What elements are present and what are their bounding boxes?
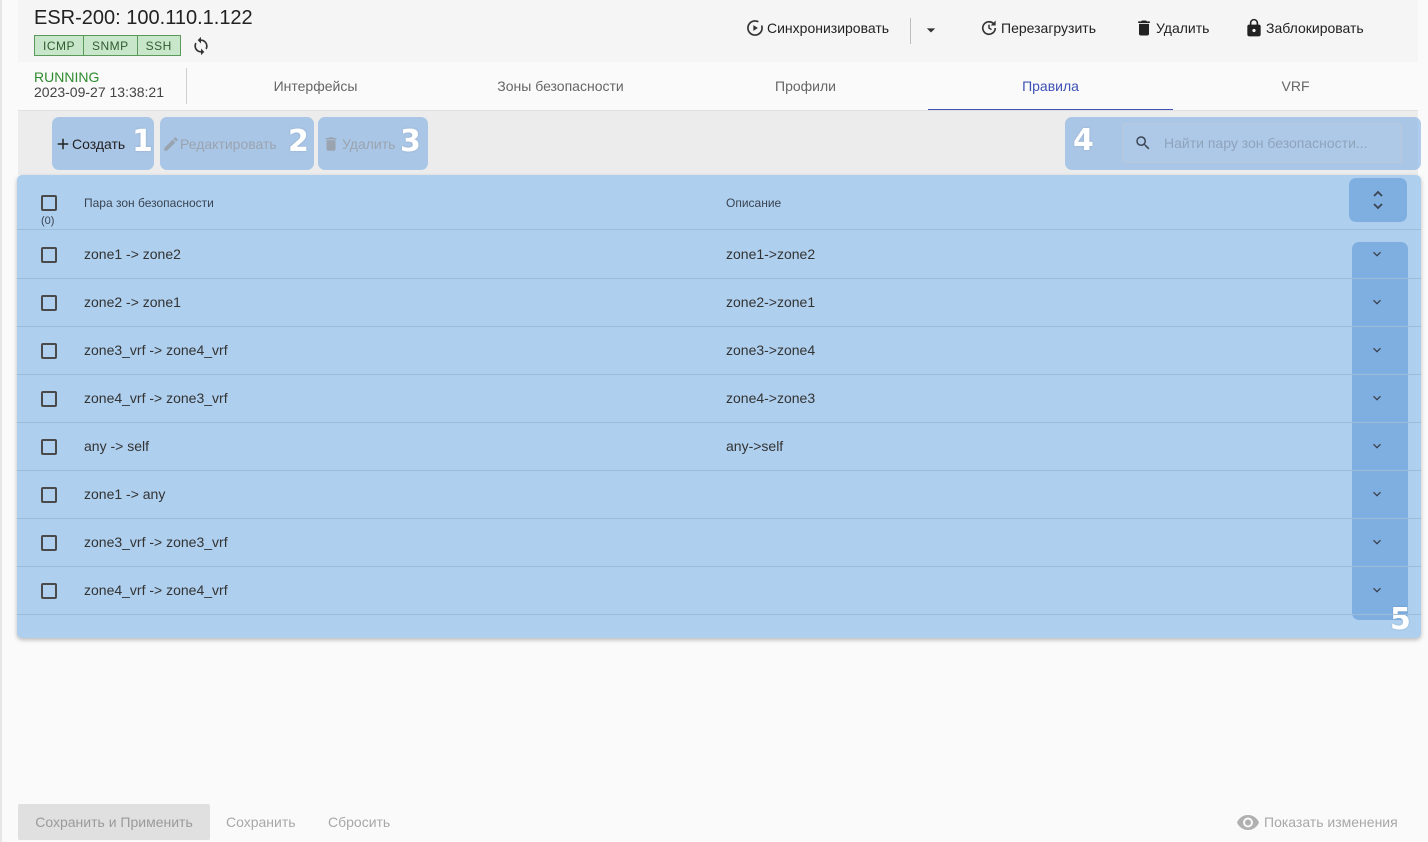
search-icon xyxy=(1136,136,1150,150)
trash-icon xyxy=(325,136,337,151)
edit-button[interactable]: Редактировать 2 xyxy=(160,117,314,170)
tab-rules[interactable]: Правила xyxy=(928,62,1173,111)
plus-icon xyxy=(57,138,69,149)
tab-interfaces[interactable]: Интерфейсы xyxy=(193,62,438,110)
row-checkbox[interactable] xyxy=(41,583,57,599)
row-description: zone4->zone3 xyxy=(726,390,816,406)
delete-rule-label: Удалить xyxy=(342,135,396,152)
chevron-down-icon[interactable] xyxy=(1369,294,1385,310)
table-header: (0) Пара зон безопасности Описание xyxy=(17,175,1421,230)
save-button[interactable]: Сохранить xyxy=(226,804,296,840)
chevron-down-icon[interactable] xyxy=(1369,534,1385,550)
sync-label: Синхронизировать xyxy=(767,20,890,36)
table-row[interactable]: zone2 -> zone1 zone2->zone1 xyxy=(17,279,1421,327)
protocol-badges: ICMP SNMP SSH xyxy=(34,35,211,56)
tab-bar: Интерфейсы Зоны безопасности Профили Пра… xyxy=(193,62,1418,111)
table-row[interactable]: any -> self any->self xyxy=(17,423,1421,471)
chevron-down-icon[interactable] xyxy=(1369,390,1385,406)
tab-vrf[interactable]: VRF xyxy=(1173,62,1418,110)
select-all-checkbox[interactable] xyxy=(41,195,57,211)
delete-rule-button[interactable]: Удалить 3 xyxy=(318,117,428,170)
left-border xyxy=(0,0,2,842)
row-zone-pair: zone1 -> zone2 xyxy=(84,246,181,262)
row-zone-pair: zone4_vrf -> zone3_vrf xyxy=(84,390,228,406)
row-description: zone1->zone2 xyxy=(726,246,816,262)
delete-device-button[interactable]: Удалить xyxy=(1134,18,1209,38)
tab-security-zones[interactable]: Зоны безопасности xyxy=(438,62,683,110)
reboot-button[interactable]: Перезагрузить xyxy=(979,18,1096,38)
column-header-zone-pair[interactable]: Пара зон безопасности xyxy=(84,196,214,210)
refresh-icon[interactable] xyxy=(191,36,211,56)
badge-ssh: SSH xyxy=(136,35,181,56)
play-circle-icon xyxy=(747,20,763,36)
status-divider xyxy=(186,68,187,104)
row-checkbox[interactable] xyxy=(41,295,57,311)
unfold-icon xyxy=(1373,190,1383,210)
delete-device-label: Удалить xyxy=(1156,20,1210,36)
row-zone-pair: zone3_vrf -> zone4_vrf xyxy=(84,342,228,358)
status-running: RUNNING xyxy=(34,69,100,85)
sync-dropdown-button[interactable] xyxy=(921,20,943,40)
table-row[interactable]: zone1 -> any xyxy=(17,471,1421,519)
row-checkbox[interactable] xyxy=(41,391,57,407)
tab-profiles[interactable]: Профили xyxy=(683,62,928,110)
device-title: ESR-200: 100.110.1.122 xyxy=(34,7,253,29)
table-row[interactable]: zone4_vrf -> zone3_vrf zone4->zone3 xyxy=(17,375,1421,423)
device-status: RUNNING 2023-09-27 13:38:21 xyxy=(34,70,164,100)
row-zone-pair: zone2 -> zone1 xyxy=(84,294,181,310)
caret-down-icon xyxy=(926,28,936,33)
pencil-icon xyxy=(164,136,178,151)
badge-icmp: ICMP xyxy=(34,35,84,56)
row-zone-pair: any -> self xyxy=(84,438,149,454)
save-and-apply-button[interactable]: Сохранить и Применить xyxy=(18,804,210,840)
table-row[interactable]: zone1 -> zone2 zone1->zone2 xyxy=(17,231,1421,279)
show-changes-label: Показать изменения xyxy=(1264,814,1398,830)
show-changes-button[interactable]: Показать изменения xyxy=(1236,804,1398,840)
row-zone-pair: zone1 -> any xyxy=(84,486,166,502)
row-checkbox[interactable] xyxy=(41,487,57,503)
row-description: any->self xyxy=(726,438,784,454)
create-label: Создать xyxy=(72,135,126,152)
row-checkbox[interactable] xyxy=(41,439,57,455)
column-header-description[interactable]: Описание xyxy=(726,196,781,210)
lock-button[interactable]: Заблокировать xyxy=(1244,18,1364,38)
annotation-4: 4 xyxy=(1073,123,1094,158)
eye-icon xyxy=(1237,815,1259,830)
search-field[interactable] xyxy=(1122,123,1402,163)
annotation-1: 1 xyxy=(132,124,153,159)
rules-table: (0) Пара зон безопасности Описание 5 zon… xyxy=(17,175,1421,638)
annotation-3: 3 xyxy=(400,124,421,159)
trash-icon xyxy=(1138,20,1150,36)
row-zone-pair: zone4_vrf -> zone4_vrf xyxy=(84,582,228,598)
row-checkbox[interactable] xyxy=(41,535,57,551)
row-checkbox[interactable] xyxy=(41,247,57,263)
status-timestamp: 2023-09-27 13:38:21 xyxy=(34,84,164,100)
table-row[interactable]: zone4_vrf -> zone4_vrf xyxy=(17,567,1421,615)
table-row[interactable]: zone3_vrf -> zone3_vrf xyxy=(17,519,1421,567)
badge-snmp: SNMP xyxy=(83,35,138,56)
edit-label: Редактировать xyxy=(180,135,277,152)
chevron-down-icon[interactable] xyxy=(1369,486,1385,502)
create-button[interactable]: Создать 1 xyxy=(52,117,154,170)
action-divider xyxy=(910,18,911,44)
row-zone-pair: zone3_vrf -> zone3_vrf xyxy=(84,534,228,550)
expand-all-button[interactable] xyxy=(1349,178,1407,222)
lock-label: Заблокировать xyxy=(1266,20,1364,36)
reboot-label: Перезагрузить xyxy=(1001,20,1096,36)
annotation-2: 2 xyxy=(288,124,309,159)
search-input[interactable] xyxy=(1164,135,1394,151)
row-description: zone3->zone4 xyxy=(726,342,816,358)
row-checkbox[interactable] xyxy=(41,343,57,359)
selected-count: (0) xyxy=(41,215,55,227)
reset-button[interactable]: Сбросить xyxy=(328,804,390,840)
chevron-down-icon[interactable] xyxy=(1369,582,1385,598)
chevron-down-icon[interactable] xyxy=(1369,246,1385,262)
row-description: zone2->zone1 xyxy=(726,294,816,310)
table-row[interactable]: zone3_vrf -> zone4_vrf zone3->zone4 xyxy=(17,327,1421,375)
restart-icon xyxy=(981,20,997,36)
lock-icon xyxy=(1247,18,1261,37)
sync-button[interactable]: Синхронизировать xyxy=(745,18,889,38)
chevron-down-icon[interactable] xyxy=(1369,342,1385,358)
chevron-down-icon[interactable] xyxy=(1369,438,1385,454)
